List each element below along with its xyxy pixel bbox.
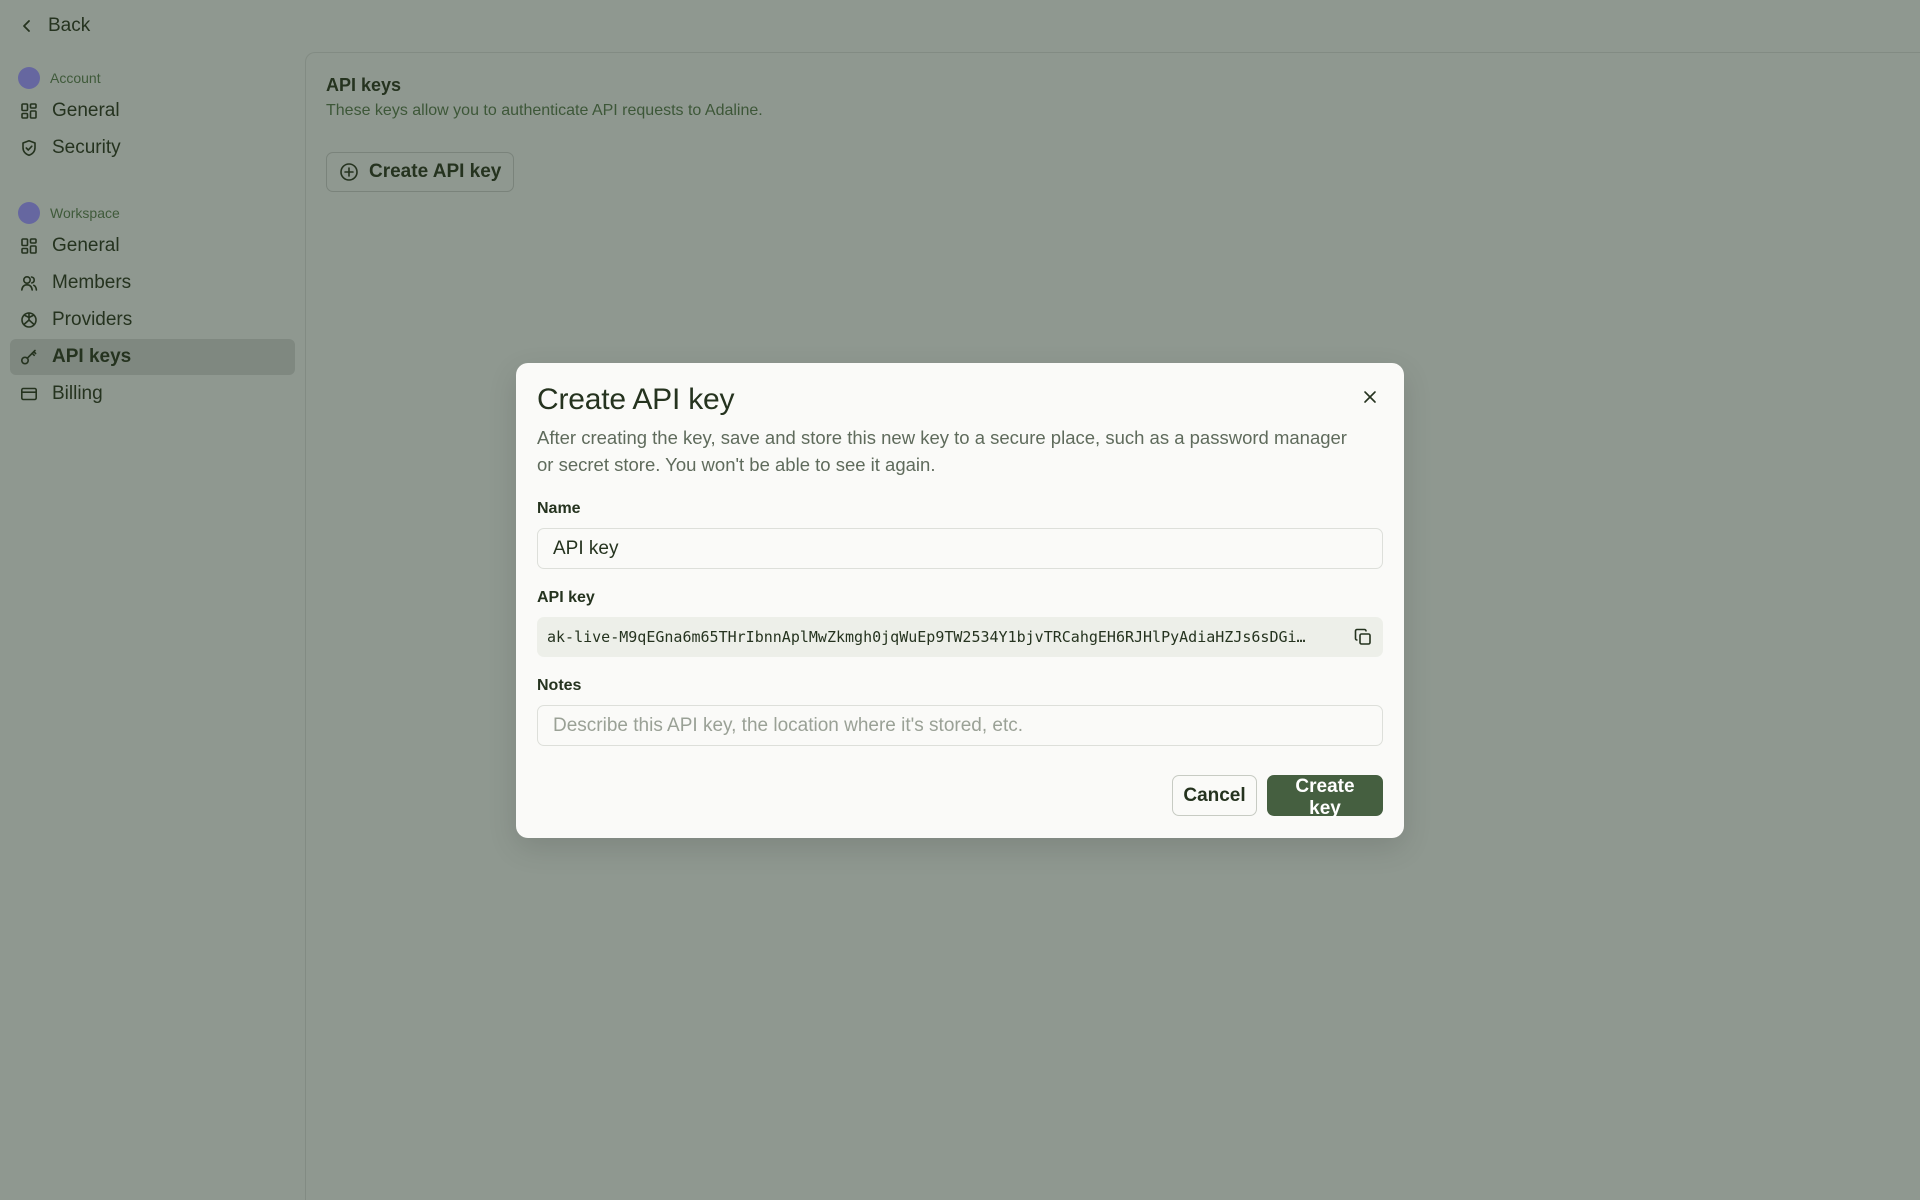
plus-circle-icon: [340, 163, 358, 181]
shield-icon: [22, 140, 36, 157]
sidebar-item-billing[interactable]: Billing: [10, 376, 295, 412]
sidebar-item-label: General: [52, 235, 120, 256]
account-avatar: [18, 67, 40, 89]
close-icon: [1364, 391, 1376, 403]
back-button[interactable]: Back: [20, 15, 90, 37]
create-api-key-dialog: Create API key After creating the key, s…: [516, 363, 1404, 838]
sidebar-item-members[interactable]: Members: [10, 265, 295, 301]
credit-card-icon: [20, 387, 37, 401]
grid-icon: [21, 103, 37, 119]
sidebar-item-label: General: [52, 100, 120, 121]
sidebar-item-security[interactable]: Security: [10, 130, 295, 166]
account-section-label: Account: [50, 70, 101, 86]
notes-input[interactable]: [537, 705, 1383, 746]
api-key-field: ak-live-M9qEGna6m65THrIbnnAplMwZkmgh0jqW…: [537, 617, 1383, 657]
cancel-button[interactable]: Cancel: [1172, 775, 1257, 816]
sidebar-item-label: API keys: [52, 346, 132, 367]
sidebar-item-label: Members: [52, 272, 132, 293]
sidebar-item-api-keys[interactable]: API keys: [10, 339, 295, 375]
top-bar: Back: [0, 0, 1920, 52]
providers-icon: [21, 312, 37, 328]
sidebar-item-label: Billing: [52, 383, 103, 404]
dialog-subtitle: After creating the key, save and store t…: [537, 427, 1347, 475]
key-icon: [20, 349, 37, 365]
create-api-key-button[interactable]: Create API key: [326, 152, 515, 192]
workspace-section-header: Workspace: [10, 198, 295, 228]
api-key-value: ak-live-M9qEGna6m65THrIbnnAplMwZkmgh0jqW…: [547, 628, 1306, 646]
dialog-title: Create API key: [537, 383, 735, 416]
close-button[interactable]: [1360, 387, 1380, 407]
dialog-actions: Cancel Create key: [1172, 775, 1383, 819]
copy-icon: [1354, 628, 1371, 645]
workspace-avatar: [18, 202, 40, 224]
grid-icon: [21, 238, 37, 254]
create-api-key-label: Create API key: [369, 161, 502, 182]
workspace-section-label: Workspace: [50, 205, 120, 221]
notes-label: Notes: [537, 677, 582, 694]
sidebar-item-label: Security: [52, 137, 121, 158]
api-key-label: API key: [537, 589, 595, 606]
sidebar-item-account-general[interactable]: General: [10, 93, 295, 129]
users-icon: [21, 275, 38, 291]
copy-button[interactable]: [1353, 627, 1373, 647]
sidebar-item-workspace-general[interactable]: General: [10, 228, 295, 264]
page-title: API keys: [326, 75, 402, 95]
name-label: Name: [537, 500, 581, 517]
create-key-button[interactable]: Create key: [1267, 775, 1383, 819]
back-label: Back: [48, 15, 91, 36]
page-description: These keys allow you to authenticate API…: [326, 102, 763, 119]
name-input[interactable]: [537, 528, 1383, 569]
sidebar: Account General Security Workspace Gener…: [0, 52, 305, 1200]
chevron-left-icon: [23, 20, 30, 32]
sidebar-item-label: Providers: [52, 309, 133, 330]
sidebar-item-providers[interactable]: Providers: [10, 302, 295, 338]
account-section-header: Account: [10, 63, 295, 93]
